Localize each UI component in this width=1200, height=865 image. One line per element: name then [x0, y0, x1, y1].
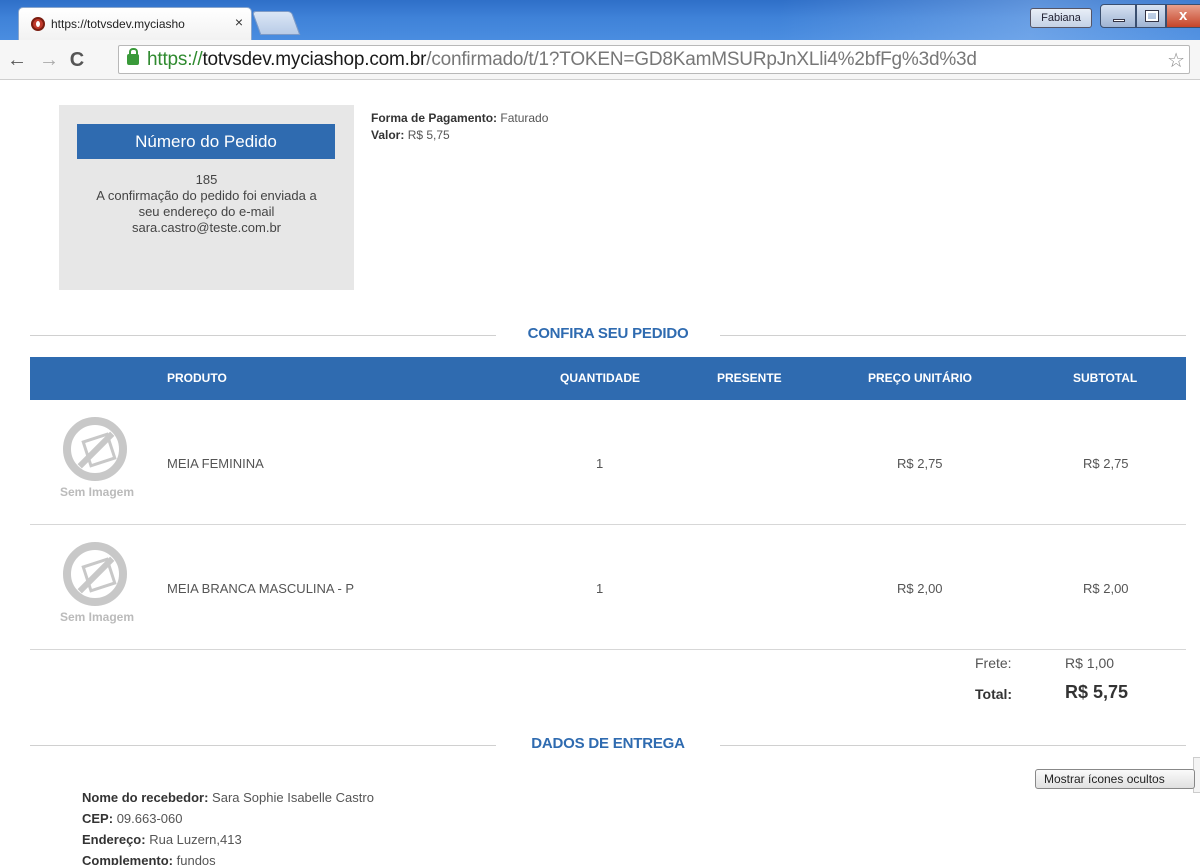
- window-controls: x: [1100, 4, 1200, 28]
- order-email: sara.castro@teste.com.br: [131, 220, 282, 235]
- row-unit-price: R$ 2,00: [897, 581, 943, 596]
- no-image-placeholder: Sem Imagem: [52, 417, 142, 507]
- minimize-button[interactable]: [1100, 4, 1136, 28]
- forward-arrow-icon[interactable]: →: [38, 49, 60, 71]
- page-content: Número do Pedido 185 A confirmação do pe…: [0, 81, 1200, 865]
- new-tab-button[interactable]: [251, 11, 301, 35]
- total-label: Total:: [975, 686, 1013, 702]
- address-url[interactable]: https://totvsdev.myciashop.com.br/confir…: [147, 49, 977, 71]
- order-message-line1: A confirmação do pedido foi enviada a: [96, 188, 317, 203]
- row-quantity: 1: [596, 581, 604, 596]
- header-unit-price: PREÇO UNITÁRIO: [868, 371, 973, 385]
- payment-amount-label: Valor:: [371, 128, 405, 142]
- reload-icon[interactable]: C: [66, 49, 88, 71]
- browser-titlebar: https://totvsdev.myciasho × Fabiana x: [0, 0, 1200, 40]
- row-subtotal: R$ 2,00: [1083, 581, 1129, 596]
- address-label: Endereço:: [82, 832, 146, 847]
- payment-method-value: Faturado: [500, 111, 549, 125]
- table-row: Sem Imagem MEIA BRANCA MASCULINA - P 1 R…: [30, 526, 1186, 650]
- maximize-icon: [1145, 10, 1159, 22]
- minimize-icon: [1113, 19, 1125, 22]
- order-number-title: Número do Pedido: [77, 124, 335, 159]
- cep-value: 09.663-060: [116, 811, 183, 826]
- order-message-line2: seu endereço do e-mail: [138, 204, 275, 219]
- order-table-header: PRODUTO QUANTIDADE PRESENTE PREÇO UNITÁR…: [30, 357, 1186, 400]
- payment-info: Forma de Pagamento: Faturado Valor: R$ 5…: [371, 110, 548, 144]
- complement-label: Complemento:: [82, 853, 173, 865]
- browser-tab[interactable]: https://totvsdev.myciasho ×: [18, 7, 252, 40]
- header-product: PRODUTO: [167, 371, 227, 385]
- complement-value: fundos: [176, 853, 216, 865]
- url-scheme: https://: [147, 49, 203, 70]
- no-image-placeholder: Sem Imagem: [52, 542, 142, 632]
- review-section-heading: CONFIRA SEU PEDIDO: [30, 325, 1186, 345]
- no-image-icon: [63, 542, 127, 606]
- total-value: R$ 5,75: [1065, 682, 1129, 702]
- url-host: totvsdev.myciashop.com.br: [202, 49, 427, 70]
- site-favicon-icon: [31, 17, 45, 31]
- header-subtotal: SUBTOTAL: [1073, 371, 1138, 385]
- profile-user-badge[interactable]: Fabiana: [1030, 8, 1092, 28]
- address-bar[interactable]: https://totvsdev.myciashop.com.br/confir…: [118, 45, 1190, 74]
- shipping-label: Frete:: [975, 655, 1012, 671]
- back-arrow-icon[interactable]: ←: [6, 49, 28, 71]
- maximize-button[interactable]: [1136, 4, 1166, 28]
- payment-amount-value: R$ 5,75: [407, 128, 450, 142]
- no-image-caption: Sem Imagem: [59, 485, 135, 499]
- tab-title: https://totvsdev.myciasho: [51, 17, 185, 31]
- no-image-icon: [63, 417, 127, 481]
- order-number-box: Número do Pedido 185 A confirmação do pe…: [59, 105, 354, 290]
- heading-divider-right: [720, 745, 1186, 746]
- header-quantity: QUANTIDADE: [560, 371, 640, 385]
- row-product: MEIA BRANCA MASCULINA - P: [167, 581, 355, 596]
- address-value: Rua Luzern,413: [149, 832, 242, 847]
- lock-icon: [127, 48, 139, 65]
- delivery-heading-label: DADOS DE ENTREGA: [531, 735, 685, 752]
- bookmark-star-icon[interactable]: ☆: [1167, 48, 1185, 73]
- url-path: /confirmado/t/1?TOKEN=GD8KamMSURpJnXLli4…: [426, 49, 977, 70]
- order-number: 185: [195, 172, 218, 187]
- close-icon: x: [1179, 7, 1188, 24]
- no-image-caption: Sem Imagem: [59, 610, 135, 624]
- receiver-label: Nome do recebedor:: [82, 790, 209, 805]
- payment-method-label: Forma de Pagamento:: [371, 111, 498, 125]
- delivery-section-heading: DADOS DE ENTREGA: [30, 735, 1186, 755]
- review-heading-label: CONFIRA SEU PEDIDO: [527, 325, 689, 342]
- close-window-button[interactable]: x: [1166, 4, 1200, 28]
- tab-close-icon[interactable]: ×: [231, 14, 247, 30]
- row-unit-price: R$ 2,75: [897, 456, 943, 471]
- order-info: 185 A confirmação do pedido foi enviada …: [69, 172, 344, 236]
- row-quantity: 1: [596, 456, 604, 471]
- shipping-value: R$ 1,00: [1065, 655, 1115, 671]
- heading-divider-left: [30, 335, 496, 336]
- heading-divider-right: [720, 335, 1186, 336]
- table-row: Sem Imagem MEIA FEMININA 1 R$ 2,75 R$ 2,…: [30, 401, 1186, 525]
- cep-label: CEP:: [82, 811, 114, 826]
- row-product: MEIA FEMININA: [167, 456, 264, 471]
- row-subtotal: R$ 2,75: [1083, 456, 1129, 471]
- browser-toolbar: ← → C https://totvsdev.myciashop.com.br/…: [0, 40, 1200, 80]
- heading-divider-left: [30, 745, 496, 746]
- delivery-details: Nome do recebedor: Sara Sophie Isabelle …: [82, 787, 374, 865]
- header-gift: PRESENTE: [717, 371, 782, 385]
- receiver-value: Sara Sophie Isabelle Castro: [212, 790, 374, 805]
- show-hidden-icons-button[interactable]: Mostrar ícones ocultos: [1035, 769, 1195, 789]
